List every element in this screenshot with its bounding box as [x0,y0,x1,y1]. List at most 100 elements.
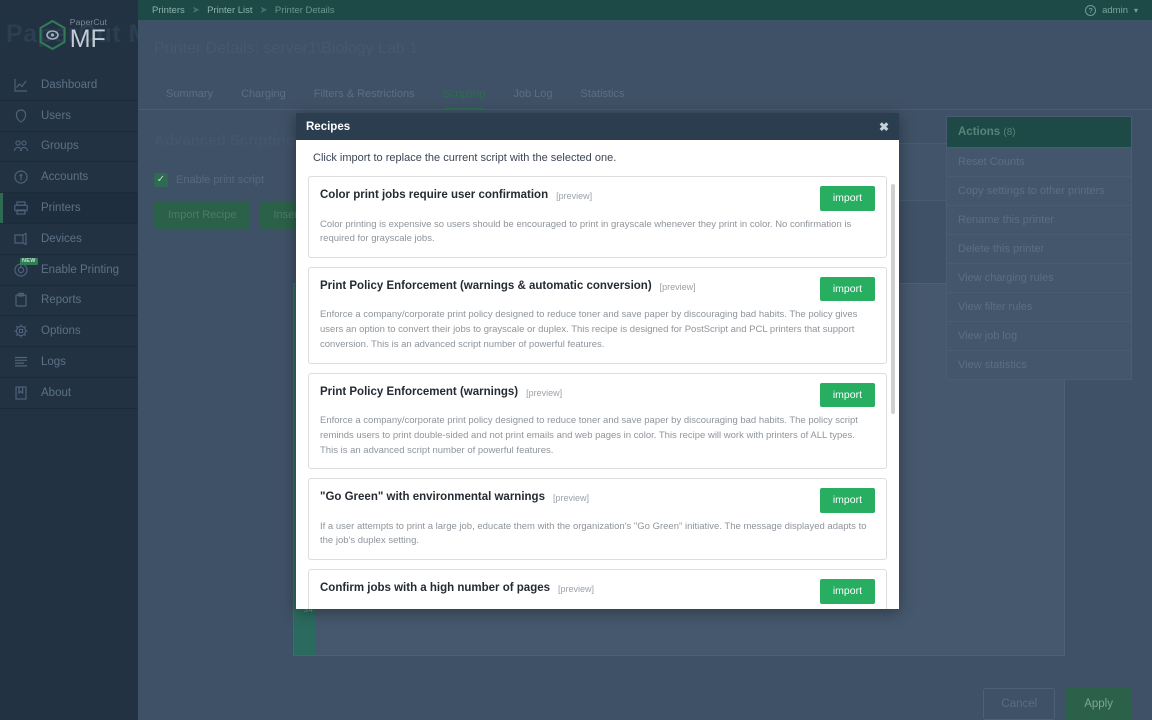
sidebar-item-label: Printers [41,202,81,215]
breadcrumb-separator-icon: ➤ [191,4,201,16]
sidebar-item-users[interactable]: Users [0,101,138,132]
sidebar-item-label: Users [41,109,72,122]
recipe-list[interactable]: Color print jobs require user confirmati… [308,176,887,609]
actions-panel-header: Actions (8) [947,117,1131,147]
recipe-title: Print Policy Enforcement (warnings) [320,385,519,398]
footer-buttons: Cancel Apply [983,688,1132,720]
sidebar-item-label: Enable Printing [41,263,119,276]
breadcrumb-printer-details: Printer Details [274,4,335,16]
recipe-description: Enforce a company/corporate print policy… [320,415,858,456]
tab-statistics[interactable]: Statistics [567,88,639,109]
action-item-view-job-log[interactable]: View job log [947,321,1131,350]
papercut-hex-icon [39,20,66,50]
section-title-text: Advanced Scripting [154,132,295,149]
recipe-preview-link[interactable]: [preview] [660,277,696,292]
recipe-card[interactable]: Confirm jobs with a high number of pages… [308,569,887,609]
action-item-delete-this-printer[interactable]: Delete this printer [947,234,1131,263]
action-item-rename-this-printer[interactable]: Rename this printer [947,205,1131,234]
sidebar-item-label: About [41,386,72,399]
tab-summary[interactable]: Summary [152,88,227,109]
breadcrumb-printer-list[interactable]: Printer List [207,5,252,16]
user-icon [13,108,29,124]
modal-title: Recipes [306,120,351,133]
actions-count: (8) [1003,127,1016,138]
recipe-preview-link[interactable]: [preview] [556,186,592,201]
import-button[interactable]: import [819,579,875,604]
sidebar-item-devices[interactable]: Devices [0,224,138,255]
modal-intro-text: Click import to replace the current scri… [313,152,617,164]
groups-icon [13,138,29,154]
action-item-view-charging-rules[interactable]: View charging rules [947,263,1131,292]
cancel-button[interactable]: Cancel [983,688,1056,720]
enable-print-script-label: Enable print script [176,174,265,186]
apply-button[interactable]: Apply [1065,688,1132,720]
question-circle-icon[interactable]: ? [1085,4,1097,16]
sidebar: PaperCut MF PaperCut MF Dashboard Users Gr… [0,0,165,720]
tab-bar: Summary Charging Filters & Restrictions Scr… [138,72,1152,110]
power-target-icon: NEW [13,257,38,278]
sidebar-item-options[interactable]: Options [0,316,138,348]
recipe-preview-link[interactable]: [preview] [553,488,589,503]
modal-header: Recipes ✖ [296,113,899,140]
tab-charging[interactable]: Charging [227,88,300,109]
sidebar-item-label: Reports [41,294,82,307]
app-logo[interactable]: PaperCut MF PaperCut MF [0,0,165,70]
bookmark-icon [13,385,29,401]
import-button[interactable]: import [819,488,875,513]
sidebar-item-accounts[interactable]: Accounts [0,162,138,194]
action-item-reset-counts[interactable]: Reset Counts [947,147,1131,176]
tab-job-log[interactable]: Job Log [499,88,566,109]
sidebar-item-dashboard[interactable]: Dashboard [0,70,138,101]
app-root: PaperCut MF PaperCut MF Dashboard Users Gr… [0,0,1152,720]
recipe-card[interactable]: Print Policy Enforcement (warnings & aut… [308,266,887,364]
actions-list: Reset Counts Copy settings to other print… [947,147,1131,379]
sidebar-item-label: Groups [41,140,79,153]
enable-print-script-checkbox[interactable]: ✓ [154,173,168,187]
recipe-title: Color print jobs require user confirmati… [320,189,549,201]
import-recipe-button[interactable]: Import Recipe [154,201,251,229]
actions-title: Actions [958,126,1001,138]
page-title: Printer Details: server1\Biology Lab 1 [154,40,419,57]
breadcrumb-printers[interactable]: Printers [152,5,185,16]
user-menu-label[interactable]: admin [1102,5,1128,16]
action-item-copy-settings-to-other-printers[interactable]: Copy settings to other printers [947,176,1131,205]
recipe-card[interactable]: "Go Green" with environmental warnings [p… [308,478,887,561]
sidebar-item-label: Accounts [41,171,89,184]
top-bar: Printers ➤ Printer List ➤ Printer Detail… [138,0,1152,20]
import-button[interactable]: import [819,186,875,211]
action-item-view-statistics[interactable]: View statistics [947,350,1131,379]
recipe-preview-link[interactable]: [preview] [558,579,594,594]
recipe-title: Confirm jobs with a high number of pages [320,582,551,595]
gear-icon [13,323,29,339]
close-icon[interactable]: ✖ [879,121,889,133]
tab-scripting[interactable]: Scripting [429,88,500,110]
clipboard-icon [13,292,29,308]
recipe-header: Print Policy Enforcement (warnings & aut… [320,276,875,302]
device-icon [13,231,29,247]
new-badge: NEW [20,257,38,266]
recipe-preview-link[interactable]: [preview] [526,383,562,398]
modal-scrollbar[interactable] [891,184,895,414]
recipe-header: Confirm jobs with a high number of pages… [320,579,875,604]
recipe-card[interactable]: Print Policy Enforcement (warnings) [prev… [308,372,887,470]
sidebar-item-label: Logs [41,356,66,369]
recipe-header: Print Policy Enforcement (warnings) [prev… [320,382,875,408]
chevron-down-icon[interactable]: ▾ [1134,6,1138,15]
recipe-header: Color print jobs require user confirmati… [320,186,875,211]
import-button[interactable]: import [819,276,875,302]
import-button[interactable]: import [819,382,875,408]
logo-mf-text: MF [69,25,106,54]
sidebar-item-groups[interactable]: Groups [0,132,138,163]
breadcrumb-separator-icon: ➤ [259,4,268,16]
sidebar-item-reports[interactable]: Reports [0,286,138,317]
chart-line-icon [13,77,29,93]
recipes-modal: Recipes ✖ Click import to replace the cu… [296,113,899,609]
sidebar-item-printers[interactable]: Printers [0,193,138,224]
recipe-description: Color printing is expensive so users sho… [320,218,852,245]
sidebar-item-about[interactable]: About [0,378,138,409]
action-item-view-filter-rules[interactable]: View filter rules [947,292,1131,321]
recipe-card[interactable]: Color print jobs require user confirmati… [308,176,887,258]
tab-filters-restrictions[interactable]: Filters & Restrictions [300,88,429,109]
sidebar-item-logs[interactable]: Logs [0,347,138,378]
sidebar-item-enable-printing[interactable]: NEW Enable Printing [0,255,138,286]
